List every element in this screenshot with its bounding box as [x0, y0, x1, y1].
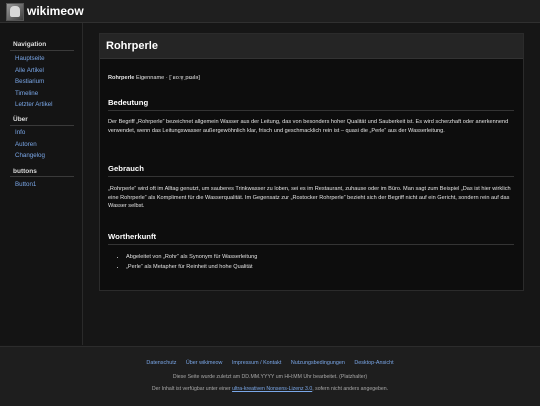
sidebar-item-info[interactable]: Info — [15, 129, 25, 136]
section-heading-gebrauch: Gebrauch — [108, 164, 144, 173]
section-text-bedeutung: Der Begriff „Rohrperle“ bezeichnet allge… — [108, 119, 509, 134]
footer-link-datenschutz[interactable]: Datenschutz — [146, 360, 176, 366]
site-footer: Datenschutz Über wikimeow Impressum / Ko… — [0, 346, 540, 406]
article-card: Rohrperle Rohrperle Eigenname · [ˈʁoːɐ̯ˌ… — [99, 33, 524, 291]
title-bar: Rohrperle — [100, 34, 523, 59]
divider — [10, 176, 74, 177]
section-divider — [108, 110, 514, 111]
sidebar-item-timeline[interactable]: Timeline — [15, 90, 38, 97]
site-name[interactable]: wikimeow — [27, 4, 84, 18]
section-heading-bedeutung: Bedeutung — [108, 98, 149, 107]
footer-link-desktop-ansicht[interactable]: Desktop-Ansicht — [354, 360, 393, 366]
list-item: „Perle“ als Metapher für Reinheit und ho… — [126, 262, 257, 272]
sidebar-item-bestiarium[interactable]: Bestiarium — [15, 78, 44, 85]
sidebar-item-button1[interactable]: Button1 — [15, 181, 36, 188]
lemma-line: Rohrperle Eigenname · [ˈʁoːɐ̯ˌpɛʁlə] — [108, 74, 513, 83]
footer-link-ueber[interactable]: Über wikimeow — [186, 360, 223, 366]
footer-link-impressum[interactable]: Impressum / Kontakt — [232, 360, 281, 366]
footer-links: Datenschutz Über wikimeow Impressum / Ko… — [0, 360, 540, 366]
cat-logo-icon[interactable] — [6, 3, 24, 21]
page-title: Rohrperle — [106, 40, 158, 52]
sidebar-item-autoren[interactable]: Autoren — [15, 141, 37, 148]
sidebar-item-hauptseite[interactable]: Hauptseite — [15, 55, 45, 62]
sidebar-item-alle-artikel[interactable]: Alle Artikel — [15, 67, 44, 74]
last-edited-note: Diese Seite wurde zuletzt am DD.MM.YYYY … — [172, 374, 368, 380]
etymology-list: Abgeleitet von „Rohr“ als Synonym für Wa… — [118, 252, 257, 272]
section-heading-wortherkunft: Wortherkunft — [108, 232, 157, 241]
sidebar-heading-navigation: Navigation — [13, 41, 47, 48]
list-item: Abgeleitet von „Rohr“ als Synonym für Wa… — [126, 252, 257, 262]
lemma-details: Eigenname · [ˈʁoːɐ̯ˌpɛʁlə] — [134, 75, 200, 81]
footer-link-nutzungsbedingungen[interactable]: Nutzungsbedingungen — [291, 360, 345, 366]
license-note: Der Inhalt ist verfügbar unter einer ult… — [0, 386, 540, 392]
sidebar: Navigation Hauptseite Alle Artikel Besti… — [0, 23, 83, 345]
license-link[interactable]: ultra-kreativen Nonsens-Lizenz 3.0 — [232, 386, 312, 392]
lemma-word: Rohrperle — [108, 75, 135, 81]
divider — [10, 125, 74, 126]
section-divider — [108, 176, 514, 177]
license-suffix: , sofern nicht anders angegeben. — [312, 386, 389, 392]
site-header: wikimeow — [0, 0, 540, 23]
sidebar-heading-ueber: Über — [13, 116, 28, 123]
sidebar-heading-buttons: buttons — [13, 168, 37, 175]
section-text-gebrauch: „Rohrperle“ wird oft im Alltag genutzt, … — [108, 186, 511, 210]
divider — [10, 50, 74, 51]
license-prefix: Der Inhalt ist verfügbar unter einer — [151, 386, 233, 392]
sidebar-item-changelog[interactable]: Changelog — [15, 152, 45, 159]
sidebar-item-letzter-artikel[interactable]: Letzter Artikel — [15, 101, 52, 108]
section-divider — [108, 244, 514, 245]
